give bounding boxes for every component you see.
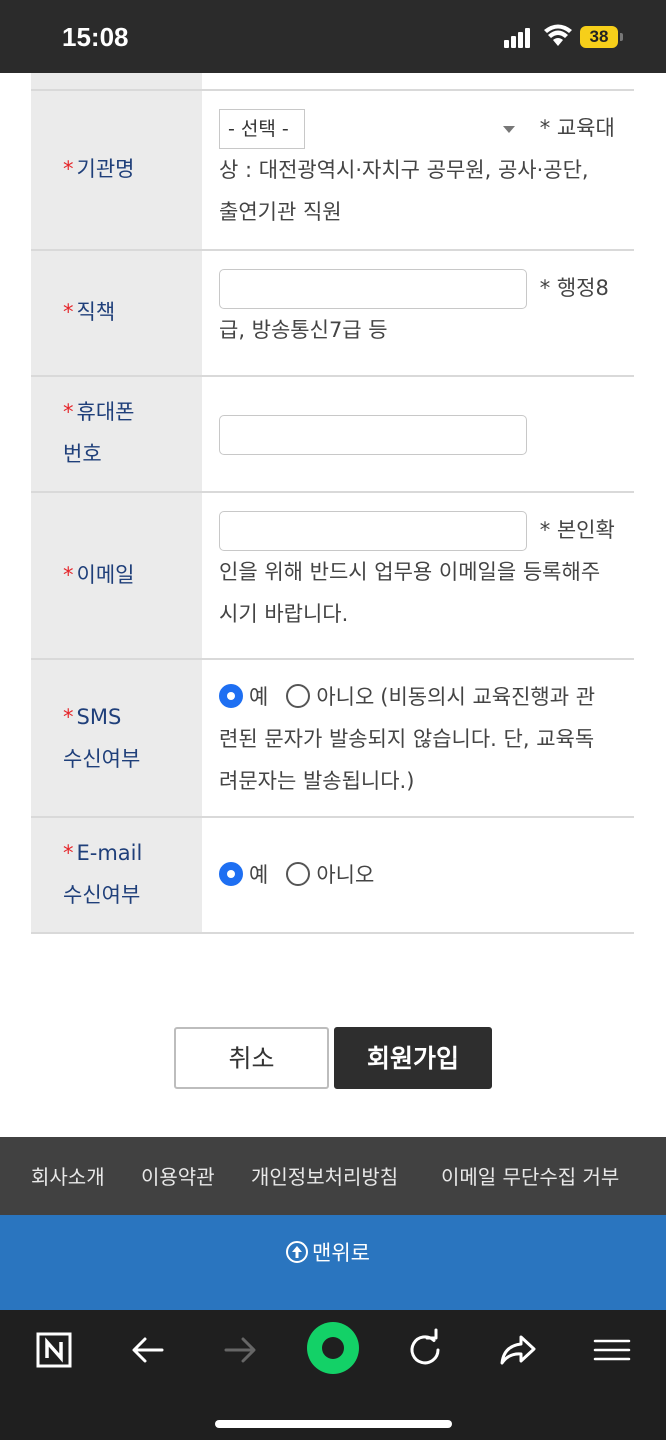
form-row-email-consent: * E-mail 수신여부 예 아니오: [31, 818, 634, 934]
required-mark: *: [63, 841, 74, 865]
email-hint-line2: 인을 위해 반드시 업무용 이메일을 등록해주: [219, 560, 601, 584]
back-to-top-bar: 맨위로: [0, 1215, 666, 1310]
organization-hint-line2: 상 : 대전광역시·자치구 공무원, 공사·공단,: [219, 158, 589, 182]
radio-checked-icon[interactable]: [219, 684, 243, 708]
position-hint: * 행정8: [539, 276, 609, 300]
email-label: * 이메일: [63, 563, 135, 587]
footer-links: 회사소개 이용약관 개인정보처리방침 이메일 무단수집 거부: [0, 1137, 666, 1215]
refresh-icon[interactable]: [403, 1328, 447, 1372]
email-consent-label: * E-mail 수신여부: [63, 841, 143, 907]
phone-input[interactable]: [219, 415, 527, 455]
battery-tip: [620, 33, 623, 41]
cellular-signal-icon: [504, 28, 530, 48]
forward-arrow-icon[interactable]: [218, 1328, 262, 1372]
footer-link-terms[interactable]: 이용약관: [141, 1161, 215, 1190]
email-hint-line3: 시기 바랍니다.: [219, 602, 349, 626]
organization-label: * 기관명: [63, 157, 135, 181]
sms-yes-option[interactable]: 예: [219, 676, 268, 718]
signup-button[interactable]: 회원가입: [334, 1027, 492, 1089]
form-label-cell: * E-mail 수신여부: [31, 818, 202, 932]
phone-label: * 휴대폰 번호: [63, 400, 135, 466]
position-hint-line2: 급, 방송통신7급 등: [219, 318, 388, 342]
footer-link-email-refusal[interactable]: 이메일 무단수집 거부: [441, 1161, 619, 1190]
organization-hint: * 교육대: [539, 116, 615, 140]
sms-note: (비동의시 교육진행과 관: [380, 685, 596, 709]
back-to-top-button[interactable]: 맨위로: [286, 1239, 370, 1267]
organization-select-value[interactable]: - 선택 -: [219, 109, 305, 149]
footer-link-company[interactable]: 회사소개: [31, 1161, 105, 1190]
form-label-cell: * 직책: [31, 251, 202, 375]
email-hint: * 본인확: [539, 518, 615, 542]
required-mark: *: [63, 300, 74, 324]
radio-checked-icon[interactable]: [219, 862, 243, 886]
member-form: * 기관명 - 선택 - * 교육대 상 : 대전광역시·자치구 공무원, 공사·…: [31, 73, 634, 934]
battery-icon: 38: [580, 26, 618, 48]
form-label-cell: * SMS 수신여부: [31, 660, 202, 816]
organization-hint-line3: 출연기관 직원: [219, 200, 342, 224]
green-dot-icon[interactable]: [305, 1320, 361, 1376]
sms-note-line2: 련된 문자가 발송되지 않습니다. 단, 교육독: [219, 727, 595, 751]
form-row-organization: * 기관명 - 선택 - * 교육대 상 : 대전광역시·자치구 공무원, 공사·…: [31, 91, 634, 251]
email-no-option[interactable]: 아니오: [286, 854, 374, 896]
sms-note-line3: 려문자는 발송됩니다.): [219, 769, 415, 793]
form-row-partial: [31, 73, 634, 91]
form-label-cell: * 휴대폰 번호: [31, 377, 202, 491]
email-input[interactable]: [219, 511, 527, 551]
position-input[interactable]: [219, 269, 527, 309]
required-mark: *: [63, 400, 74, 424]
form-row-email: * 이메일 * 본인확 인을 위해 반드시 업무용 이메일을 등록해주 시기 바랍…: [31, 493, 634, 660]
form-row-sms: * SMS 수신여부 예 아니오 (비동의시 교육진행과 관 련된 문자가 발송되지 않…: [31, 660, 634, 818]
form-label-cell: [31, 73, 202, 89]
organization-select[interactable]: - 선택 -: [219, 109, 527, 149]
status-time: 15:08: [62, 22, 129, 52]
wifi-icon: [544, 24, 572, 46]
cancel-button[interactable]: 취소: [174, 1027, 329, 1089]
radio-unchecked-icon[interactable]: [286, 862, 311, 886]
arrow-up-circle-icon: [286, 1241, 308, 1263]
form-row-position: * 직책 * 행정8 급, 방송통신7급 등: [31, 251, 634, 377]
required-mark: *: [63, 705, 74, 729]
form-label-cell: * 기관명: [31, 91, 202, 249]
footer-link-privacy[interactable]: 개인정보처리방침: [251, 1161, 398, 1190]
menu-icon[interactable]: [590, 1328, 634, 1372]
status-bar: 15:08 38: [0, 0, 666, 73]
share-icon[interactable]: [496, 1328, 540, 1372]
form-row-phone: * 휴대폰 번호: [31, 377, 634, 493]
form-label-cell: * 이메일: [31, 493, 202, 658]
email-yes-option[interactable]: 예: [219, 854, 268, 896]
sms-no-option[interactable]: 아니오: [286, 676, 374, 718]
radio-unchecked-icon[interactable]: [286, 684, 311, 708]
home-indicator[interactable]: [215, 1420, 452, 1428]
back-arrow-icon[interactable]: [126, 1328, 170, 1372]
sms-label: * SMS 수신여부: [63, 705, 141, 771]
chevron-down-icon: [503, 126, 515, 133]
required-mark: *: [63, 563, 74, 587]
position-label: * 직책: [63, 300, 116, 324]
required-mark: *: [63, 157, 74, 181]
naver-home-icon[interactable]: [32, 1328, 76, 1372]
